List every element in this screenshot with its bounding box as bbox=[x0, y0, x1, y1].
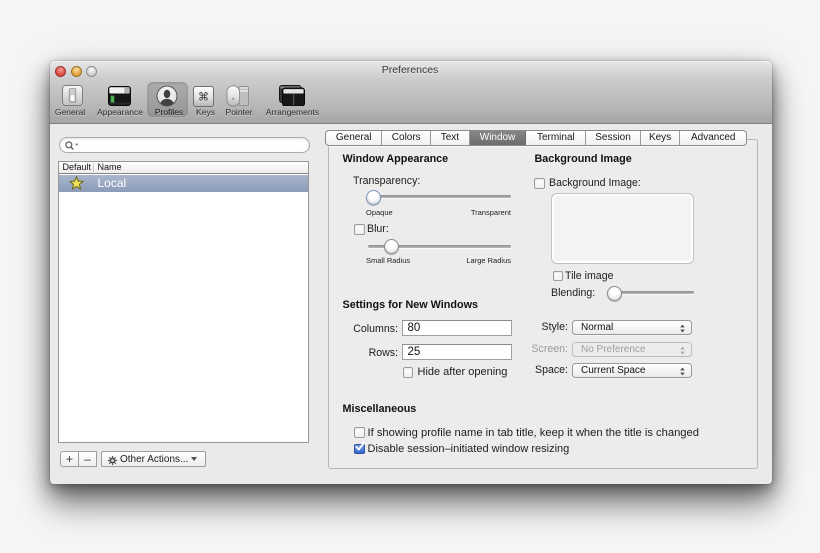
svg-text:⌘: ⌘ bbox=[198, 91, 209, 103]
